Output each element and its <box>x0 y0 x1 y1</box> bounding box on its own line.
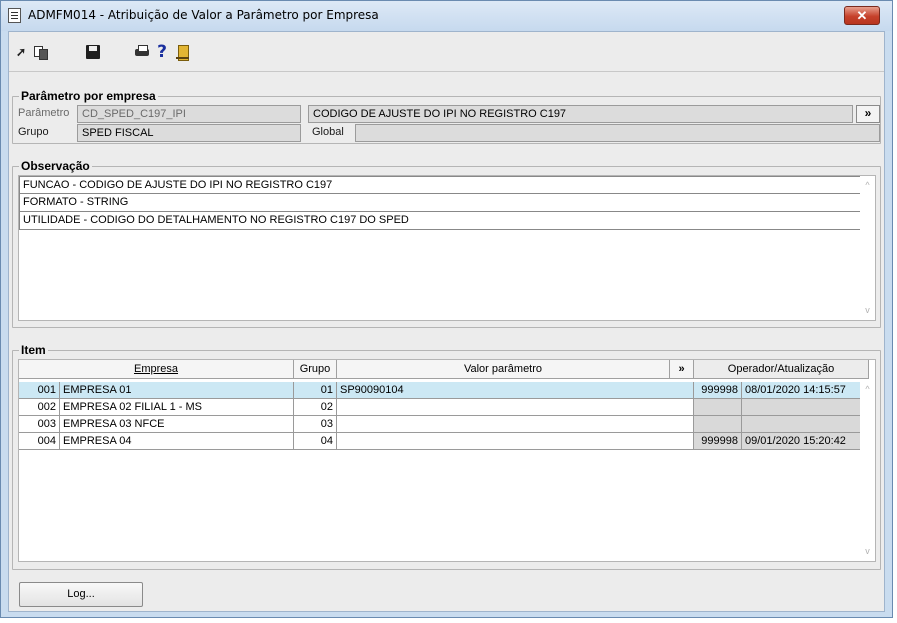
cell-codigo: 003 <box>19 416 60 433</box>
item-section: Item Empresa Grupo Valor parâmetro » Ope… <box>12 343 881 570</box>
observacao-textarea[interactable]: FUNCAO - CODIGO DE AJUSTE DO IPI NO REGI… <box>18 175 876 321</box>
header-valor[interactable]: Valor parâmetro <box>337 360 670 379</box>
cell-atualizacao: 09/01/2020 15:20:42 <box>742 433 869 450</box>
scroll-up-icon[interactable]: ^ <box>860 178 875 193</box>
parametro-label: Parâmetro <box>18 107 70 119</box>
cell-codigo: 001 <box>19 382 60 399</box>
cell-operador: 999998 <box>694 433 742 450</box>
arrow-icon[interactable]: ➚ <box>13 44 29 60</box>
exit-icon[interactable] <box>175 44 191 61</box>
client-area: ➚ ? Parâmetro por empresa Parâmetro CD_S… <box>8 31 885 612</box>
print-icon[interactable] <box>134 44 150 60</box>
table-row[interactable]: 001 EMPRESA 01 01 SP90090104 999998 08/0… <box>19 382 869 399</box>
header-empresa-label: Empresa <box>133 363 179 375</box>
cell-grupo: 02 <box>294 399 337 416</box>
parametro-code-field[interactable]: CD_SPED_C197_IPI <box>77 105 301 123</box>
cell-empresa: EMPRESA 01 <box>60 382 294 399</box>
parametro-section: Parâmetro por empresa Parâmetro CD_SPED_… <box>12 89 881 144</box>
header-grupo[interactable]: Grupo <box>294 360 337 379</box>
cell-operador <box>694 399 742 416</box>
table-row[interactable]: 003 EMPRESA 03 NFCE 03 <box>19 416 869 433</box>
cell-codigo: 004 <box>19 433 60 450</box>
header-operador[interactable]: Operador/Atualização <box>694 360 869 379</box>
observacao-section: Observação FUNCAO - CODIGO DE AJUSTE DO … <box>12 159 881 328</box>
window-title: ADMFM014 - Atribuição de Valor a Parâmet… <box>28 8 379 22</box>
cell-empresa: EMPRESA 04 <box>60 433 294 450</box>
cell-empresa: EMPRESA 02 FILIAL 1 - MS <box>60 399 294 416</box>
cell-valor[interactable] <box>337 399 694 416</box>
help-icon[interactable]: ? <box>154 42 170 62</box>
close-button[interactable]: ✕ <box>844 6 880 25</box>
parametro-legend: Parâmetro por empresa <box>19 89 158 103</box>
global-field[interactable] <box>355 124 880 142</box>
header-empresa[interactable]: Empresa <box>19 360 294 379</box>
cell-grupo: 04 <box>294 433 337 450</box>
cell-valor[interactable] <box>337 416 694 433</box>
item-legend: Item <box>19 343 48 357</box>
scroll-down-icon[interactable]: v <box>860 544 875 559</box>
cell-grupo: 03 <box>294 416 337 433</box>
observacao-line: FUNCAO - CODIGO DE AJUSTE DO IPI NO REGI… <box>19 176 864 194</box>
document-icon <box>8 8 21 23</box>
observacao-line: UTILIDADE - CODIGO DO DETALHAMENTO NO RE… <box>19 212 864 230</box>
cell-empresa: EMPRESA 03 NFCE <box>60 416 294 433</box>
cell-atualizacao: 08/01/2020 14:15:57 <box>742 382 869 399</box>
scroll-up-icon[interactable]: ^ <box>860 382 875 397</box>
observacao-line: FORMATO - STRING <box>19 194 864 212</box>
parametro-description-field[interactable]: CODIGO DE AJUSTE DO IPI NO REGISTRO C197 <box>308 105 853 123</box>
toolbar: ➚ ? <box>9 32 884 72</box>
item-grid: Empresa Grupo Valor parâmetro » Operador… <box>18 359 876 562</box>
scroll-down-icon[interactable]: v <box>860 303 875 318</box>
header-more-button[interactable]: » <box>670 360 694 379</box>
cell-valor[interactable]: SP90090104 <box>337 382 694 399</box>
cell-operador: 999998 <box>694 382 742 399</box>
table-row[interactable]: 002 EMPRESA 02 FILIAL 1 - MS 02 <box>19 399 869 416</box>
log-button[interactable]: Log... <box>19 582 143 607</box>
main-window: ADMFM014 - Atribuição de Valor a Parâmet… <box>0 0 893 618</box>
cell-grupo: 01 <box>294 382 337 399</box>
grupo-label: Grupo <box>18 126 49 138</box>
item-scrollbar[interactable]: ^ v <box>860 380 875 561</box>
global-label: Global <box>312 126 344 138</box>
cell-atualizacao <box>742 416 869 433</box>
cell-codigo: 002 <box>19 399 60 416</box>
save-icon[interactable] <box>85 44 101 60</box>
grupo-field[interactable]: SPED FISCAL <box>77 124 301 142</box>
title-bar[interactable]: ADMFM014 - Atribuição de Valor a Parâmet… <box>1 1 892 31</box>
cell-operador <box>694 416 742 433</box>
copy-icon[interactable] <box>33 44 49 60</box>
cell-atualizacao <box>742 399 869 416</box>
observacao-scrollbar[interactable]: ^ v <box>860 176 875 320</box>
table-row[interactable]: 004 EMPRESA 04 04 999998 09/01/2020 15:2… <box>19 433 869 450</box>
parametro-more-button[interactable]: » <box>856 105 880 123</box>
cell-valor[interactable] <box>337 433 694 450</box>
observacao-legend: Observação <box>19 159 92 173</box>
log-button-label: Log... <box>67 588 95 600</box>
